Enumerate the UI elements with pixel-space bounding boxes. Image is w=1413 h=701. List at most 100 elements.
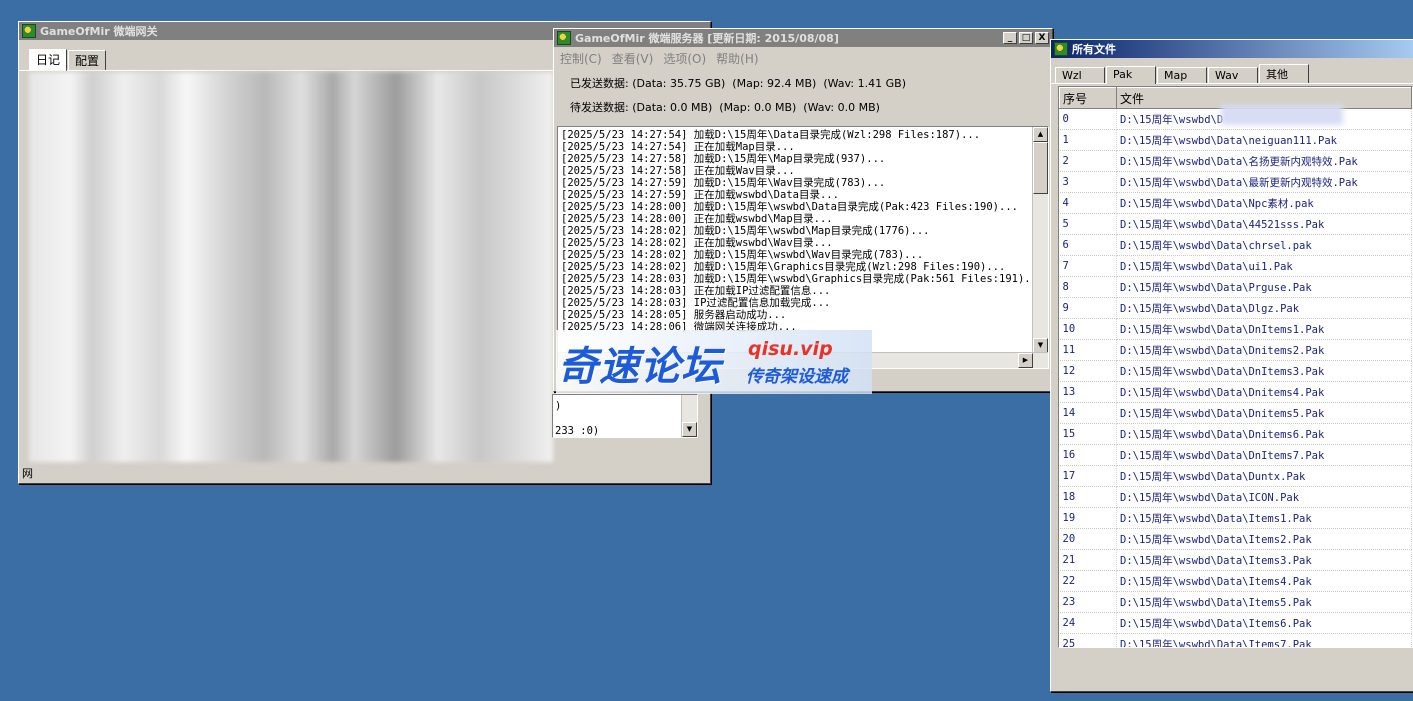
table-row[interactable]: 4 D:\15周年\wswbd\Data\Npc素材.pak — [1059, 192, 1412, 214]
table-row[interactable]: 5 D:\15周年\wswbd\Data\44521sss.Pak — [1059, 213, 1412, 235]
minimize-icon[interactable]: _ — [1003, 32, 1017, 44]
log-line: [2025/5/23 14:27:58] 正在加载Wav目录... — [561, 165, 795, 177]
table-row[interactable]: 21 D:\15周年\wswbd\Data\Items3.Pak — [1059, 549, 1412, 571]
log-line: [2025/5/23 14:27:54] 正在加载Map目录... — [561, 141, 795, 153]
table-row[interactable]: 20 D:\15周年\wswbd\Data\Items2.Pak — [1059, 528, 1412, 550]
table-row[interactable]: 19 D:\15周年\wswbd\Data\Items1.Pak — [1059, 507, 1412, 529]
blurred-content-area — [29, 72, 553, 462]
files-titlebar[interactable]: 所有文件 — [1051, 40, 1413, 58]
table-row[interactable]: 16 D:\15周年\wswbd\Data\DnItems7.Pak — [1059, 444, 1412, 466]
row-file-path: D:\15周年\wswbd\Data\Duntx.Pak — [1116, 465, 1412, 487]
row-index: 7 — [1059, 255, 1117, 277]
row-index: 17 — [1059, 465, 1117, 487]
table-row[interactable]: 1 D:\15周年\wswbd\Data\neiguan111.Pak — [1059, 129, 1412, 151]
row-file-path: D:\15周年\wswbd\Data\Dnitems4.Pak — [1116, 381, 1412, 403]
row-file-path: D:\15周年\wswbd\Data\Items6.Pak — [1116, 612, 1412, 634]
row-index: 15 — [1059, 423, 1117, 445]
row-index: 12 — [1059, 360, 1117, 382]
tab-wzl[interactable]: Wzl — [1055, 67, 1105, 83]
app-icon — [22, 24, 36, 38]
log-line: [2025/5/23 14:28:02] 加载D:\15周年\wswbd\Map… — [561, 225, 930, 237]
sent-data-label: 已发送数据: (Data: 35.75 GB) (Map: 92.4 MB) (… — [570, 77, 906, 90]
table-row[interactable]: 25 D:\15周年\wswbd\Data\Items7.Pak — [1059, 633, 1412, 647]
table-row[interactable]: 3 D:\15周年\wswbd\Data\最新更新内观特效.Pak — [1059, 171, 1412, 193]
row-index: 14 — [1059, 402, 1117, 424]
log-vscroll[interactable]: ▲ ▼ — [1032, 127, 1048, 353]
table-row[interactable]: 2 D:\15周年\wswbd\Data\名扬更新内观特效.Pak — [1059, 150, 1412, 172]
table-row[interactable]: 18 D:\15周年\wswbd\Data\ICON.Pak — [1059, 486, 1412, 508]
tab-wav[interactable]: Wav — [1208, 67, 1258, 83]
row-index: 9 — [1059, 297, 1117, 319]
log-line: [2025/5/23 14:27:59] 正在加载wswbd\Data目录... — [561, 189, 839, 201]
watermark-banner: 奇速论坛 qisu.vip 传奇架设速成 — [556, 330, 872, 394]
app-icon — [557, 31, 571, 45]
menu-view[interactable]: 查看(V) — [612, 50, 654, 67]
row-file-path: D:\15周年\wswbd\Data\最新更新内观特效.Pak — [1116, 171, 1412, 193]
log-line: [2025/5/23 14:27:54] 加载D:\15周年\Data目录完成(… — [561, 129, 981, 141]
row-index: 1 — [1059, 129, 1117, 151]
server-menubar: 控制(C) 查看(V) 选项(O) 帮助(H) — [554, 47, 1052, 70]
gateway-status-fragment: 网 — [22, 467, 33, 480]
files-window: 所有文件 Wzl Pak Map Wav 其他 序号 文件 0 D:\15周年\w… — [1050, 39, 1413, 692]
table-row[interactable]: 14 D:\15周年\wswbd\Data\Dnitems5.Pak — [1059, 402, 1412, 424]
gateway-lower-scrollbar[interactable]: ▼ — [681, 395, 697, 437]
app-icon — [1054, 42, 1068, 56]
files-tabs: Wzl Pak Map Wav 其他 — [1051, 58, 1413, 84]
scroll-down-button[interactable]: ▼ — [1033, 338, 1048, 353]
menu-options[interactable]: 选项(O) — [663, 50, 706, 67]
table-row[interactable]: 9 D:\15周年\wswbd\Data\Dlgz.Pak — [1059, 297, 1412, 319]
table-row[interactable]: 6 D:\15周年\wswbd\Data\chrsel.pak — [1059, 234, 1412, 256]
tab-map[interactable]: Map — [1157, 67, 1207, 83]
tab-log[interactable]: 日记 — [29, 49, 68, 71]
server-titlebar[interactable]: GameOfMir 微端服务器 [更新日期: 2015/08/08] _ □ X — [554, 29, 1052, 47]
row-index: 25 — [1059, 633, 1117, 647]
table-row[interactable]: 23 D:\15周年\wswbd\Data\Items5.Pak — [1059, 591, 1412, 613]
table-row[interactable]: 12 D:\15周年\wswbd\Data\DnItems3.Pak — [1059, 360, 1412, 382]
row-file-path: D:\15周年\wswbd\Data\Items1.Pak — [1116, 507, 1412, 529]
log-line: [2025/5/23 14:28:03] 正在加载IP过滤配置信息... — [561, 285, 831, 297]
row-index: 19 — [1059, 507, 1117, 529]
scroll-thumb[interactable] — [1033, 142, 1048, 194]
row-file-path: D:\15周年\wswbd\Data\chrsel.pak — [1116, 234, 1412, 256]
row-file-path: D:\15周年\wswbd\Data\DnItems1.Pak — [1116, 318, 1412, 340]
table-row[interactable]: 17 D:\15周年\wswbd\Data\Duntx.Pak — [1059, 465, 1412, 487]
table-row[interactable]: 8 D:\15周年\wswbd\Data\Prguse.Pak — [1059, 276, 1412, 298]
close-icon[interactable]: X — [1035, 32, 1049, 44]
tab-other[interactable]: 其他 — [1259, 64, 1309, 83]
log-line: [2025/5/23 14:28:02] 加载D:\15周年\wswbd\Wav… — [561, 249, 924, 261]
window-controls: _ □ X — [1003, 32, 1049, 44]
table-row[interactable]: 13 D:\15周年\wswbd\Data\Dnitems4.Pak — [1059, 381, 1412, 403]
watermark-url: qisu.vip — [748, 338, 833, 360]
row-index: 6 — [1059, 234, 1117, 256]
row-index: 11 — [1059, 339, 1117, 361]
row-index: 16 — [1059, 444, 1117, 466]
row-index: 5 — [1059, 213, 1117, 235]
row-index: 18 — [1059, 486, 1117, 508]
table-row[interactable]: 22 D:\15周年\wswbd\Data\Items4.Pak — [1059, 570, 1412, 592]
watermark-subtitle: 传奇架设速成 — [746, 367, 848, 387]
tab-pak[interactable]: Pak — [1106, 66, 1156, 84]
log-line: [2025/5/23 14:28:02] 正在加载wswbd\Wav目录... — [561, 237, 833, 249]
tab-config[interactable]: 配置 — [68, 50, 107, 70]
row-file-path: D:\15周年\wswbd\Data\Dnitems2.Pak — [1116, 339, 1412, 361]
table-row[interactable]: 24 D:\15周年\wswbd\Data\Items6.Pak — [1059, 612, 1412, 634]
scroll-right-button[interactable]: ▶ — [1018, 353, 1033, 368]
row-index: 24 — [1059, 612, 1117, 634]
scroll-up-button[interactable]: ▲ — [1033, 127, 1048, 142]
table-row[interactable]: 11 D:\15周年\wswbd\Data\Dnitems2.Pak — [1059, 339, 1412, 361]
maximize-icon[interactable]: □ — [1019, 32, 1033, 44]
scroll-down-button[interactable]: ▼ — [682, 422, 697, 437]
table-row[interactable]: 10 D:\15周年\wswbd\Data\DnItems1.Pak — [1059, 318, 1412, 340]
row-index: 3 — [1059, 171, 1117, 193]
files-table-container: 序号 文件 0 D:\15周年\wswbd\D 1 D:\15周年\wswbd\Dat… — [1058, 86, 1413, 648]
menu-help[interactable]: 帮助(H) — [716, 50, 758, 67]
log-line: [2025/5/23 14:27:59] 加载D:\15周年\Wav目录完成(7… — [561, 177, 886, 189]
table-row[interactable]: 7 D:\15周年\wswbd\Data\ui1.Pak — [1059, 255, 1412, 277]
row-file-path: D:\15周年\wswbd\Data\44521sss.Pak — [1116, 213, 1412, 235]
row-index: 2 — [1059, 150, 1117, 172]
gateway-lower-log: ) 233 :0) ▼ — [552, 394, 698, 438]
menu-control[interactable]: 控制(C) — [560, 50, 602, 67]
table-row[interactable]: 15 D:\15周年\wswbd\Data\Dnitems6.Pak — [1059, 423, 1412, 445]
row-index: 20 — [1059, 528, 1117, 550]
column-header-index[interactable]: 序号 — [1059, 87, 1117, 109]
